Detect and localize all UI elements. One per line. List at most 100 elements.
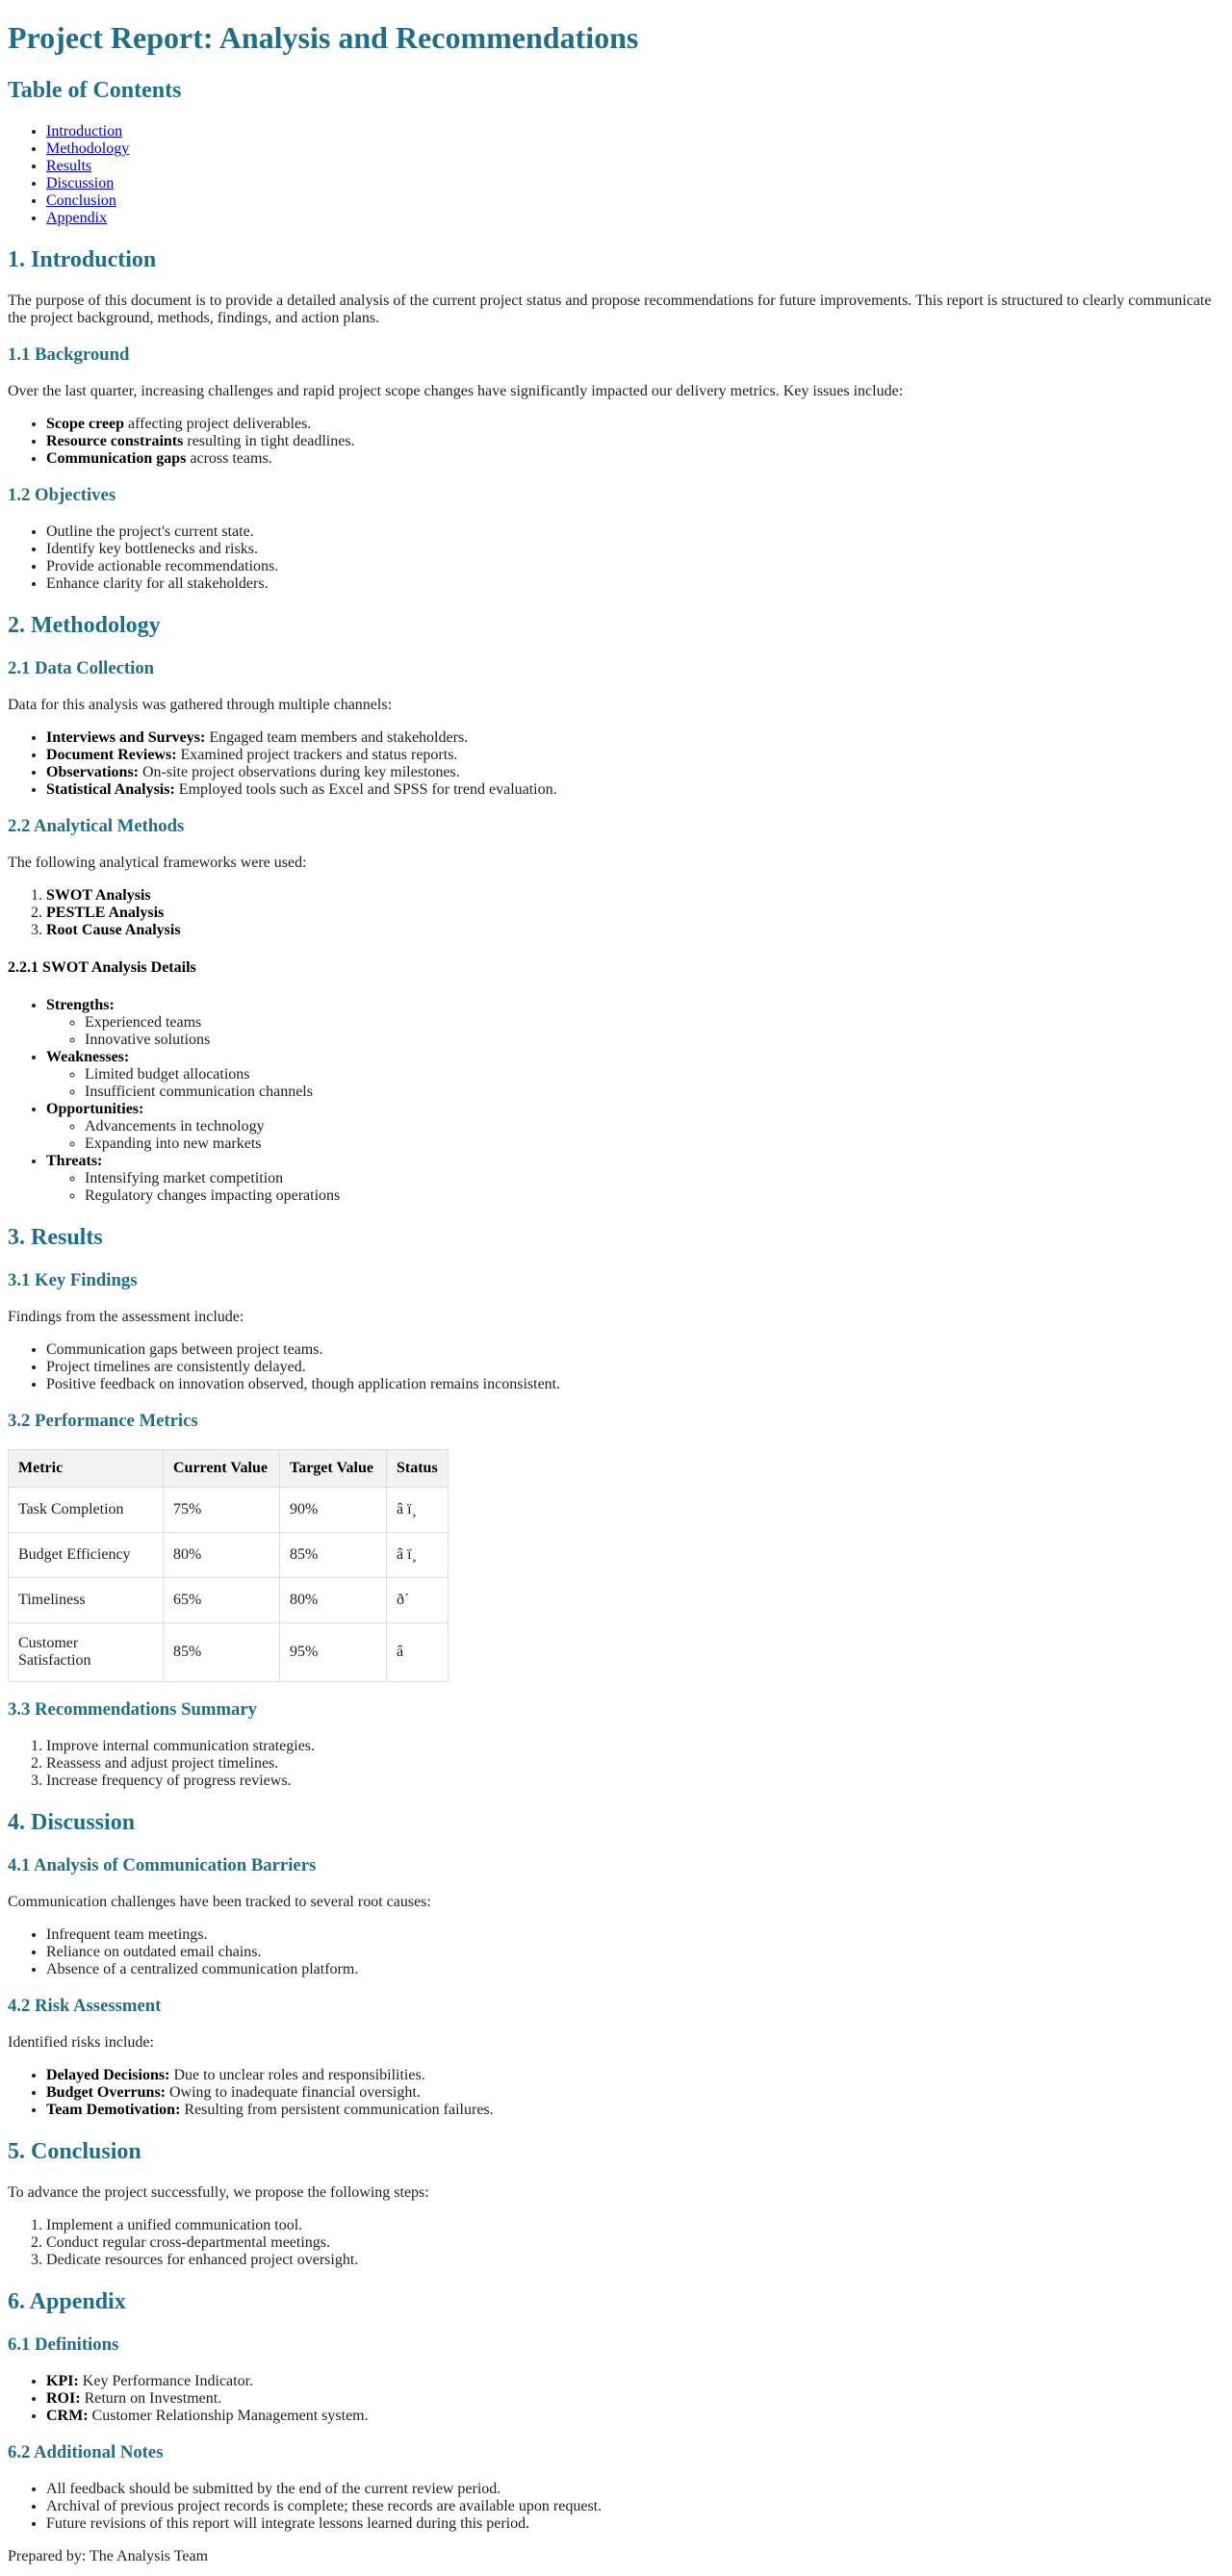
findings-list: Communication gaps between project teams… xyxy=(8,1341,1232,1393)
term-desc: resulting in tight deadlines. xyxy=(183,433,355,449)
toc-item: Appendix xyxy=(46,210,1232,227)
term-desc: affecting project deliverables. xyxy=(124,416,312,432)
definitions-list: KPI: Key Performance Indicator. ROI: Ret… xyxy=(8,2373,1232,2425)
list-item: CRM: Customer Relationship Management sy… xyxy=(46,2408,1232,2425)
subsection-heading-background: 1.1 Background xyxy=(8,344,130,365)
list-item: Infrequent team meetings. xyxy=(46,1926,1232,1944)
swot-list: Strengths: Experienced teams Innovative … xyxy=(8,997,1232,1205)
list-item: Improve internal communication strategie… xyxy=(46,1738,1232,1755)
term: Resource constraints xyxy=(46,433,184,449)
swot-group: Opportunities: Advancements in technolog… xyxy=(46,1101,1232,1153)
column-header: Status xyxy=(386,1449,449,1488)
toc-item: Introduction xyxy=(46,123,1232,140)
term-desc: Employed tools such as Excel and SPSS fo… xyxy=(174,781,557,798)
list-item: Reassess and adjust project timelines. xyxy=(46,1755,1232,1773)
list-item: ROI: Return on Investment. xyxy=(46,2390,1232,2408)
toc-item: Discussion xyxy=(46,175,1232,192)
subsection-heading-data-collection: 2.1 Data Collection xyxy=(8,658,155,678)
method-name: PESTLE Analysis xyxy=(46,905,165,921)
swot-sublist: Advancements in technology Expanding int… xyxy=(46,1118,1232,1153)
list-item: Limited budget allocations xyxy=(85,1066,1232,1084)
list-item: Dedicate resources for enhanced project … xyxy=(46,2252,1232,2269)
list-item: Implement a unified communication tool. xyxy=(46,2217,1232,2234)
section-heading-introduction: 1. Introduction xyxy=(8,247,157,272)
term: Statistical Analysis: xyxy=(46,781,175,798)
metric-cell: Timeliness xyxy=(8,1577,164,1623)
list-item: Observations: On-site project observatio… xyxy=(46,764,1232,781)
prepared-by: Prepared by: The Analysis Team xyxy=(8,2548,209,2564)
target-value-cell: 95% xyxy=(279,1622,387,1682)
toc-link-results[interactable]: Results xyxy=(46,158,91,174)
list-item: Project timelines are consistently delay… xyxy=(46,1359,1232,1376)
intro-paragraph: The purpose of this document is to provi… xyxy=(8,293,1212,326)
list-item: SWOT Analysis xyxy=(46,887,1232,905)
term-desc: Customer Relationship Management system. xyxy=(88,2408,369,2424)
term-desc: Key Performance Indicator. xyxy=(78,2373,254,2389)
toc-link-conclusion[interactable]: Conclusion xyxy=(46,192,116,209)
section-heading-methodology: 2. Methodology xyxy=(8,613,161,638)
subsection-heading-risk-assessment: 4.2 Risk Assessment xyxy=(8,1996,162,2016)
swot-label: Opportunities: xyxy=(46,1101,144,1117)
status-cell: â xyxy=(386,1622,449,1682)
page-title: Project Report: Analysis and Recommendat… xyxy=(8,20,639,55)
list-item: Absence of a centralized communication p… xyxy=(46,1961,1232,1978)
toc-item: Results xyxy=(46,158,1232,175)
analytical-paragraph: The following analytical frameworks were… xyxy=(8,854,307,871)
toc-heading: Table of Contents xyxy=(8,78,182,103)
background-list: Scope creep affecting project deliverabl… xyxy=(8,416,1232,468)
term-desc: On-site project observations during key … xyxy=(139,764,460,780)
list-item: Communication gaps between project teams… xyxy=(46,1341,1232,1359)
list-item: Increase frequency of progress reviews. xyxy=(46,1773,1232,1790)
swot-sublist: Experienced teams Innovative solutions xyxy=(46,1014,1232,1049)
list-item: KPI: Key Performance Indicator. xyxy=(46,2373,1232,2390)
list-item: Statistical Analysis: Employed tools suc… xyxy=(46,781,1232,799)
metrics-table: Metric Current Value Target Value Status… xyxy=(8,1449,449,1682)
list-item: Budget Overruns: Owing to inadequate fin… xyxy=(46,2084,1232,2102)
toc-link-appendix[interactable]: Appendix xyxy=(46,210,107,226)
status-cell: ð´ xyxy=(386,1577,449,1623)
list-item: Experienced teams xyxy=(85,1014,1232,1032)
subsubsection-heading-swot: 2.2.1 SWOT Analysis Details xyxy=(8,959,196,976)
section-heading-conclusion: 5. Conclusion xyxy=(8,2139,141,2164)
list-item: Future revisions of this report will int… xyxy=(46,2515,1232,2533)
term: Budget Overruns: xyxy=(46,2084,166,2101)
term: KPI: xyxy=(46,2373,79,2389)
list-item: Communication gaps across teams. xyxy=(46,450,1232,468)
term-desc: Due to unclear roles and responsibilitie… xyxy=(169,2067,425,2083)
term: CRM: xyxy=(46,2408,89,2424)
term-desc: Return on Investment. xyxy=(80,2390,222,2407)
data-collection-list: Interviews and Surveys: Engaged team mem… xyxy=(8,729,1232,799)
list-item: Interviews and Surveys: Engaged team mem… xyxy=(46,729,1232,747)
subsection-heading-additional-notes: 6.2 Additional Notes xyxy=(8,2442,164,2462)
current-value-cell: 65% xyxy=(163,1577,280,1623)
swot-sublist: Limited budget allocations Insufficient … xyxy=(46,1066,1232,1101)
list-item: Root Cause Analysis xyxy=(46,922,1232,939)
column-header: Target Value xyxy=(279,1449,387,1488)
toc-link-discussion[interactable]: Discussion xyxy=(46,175,114,191)
subsection-heading-recommendations: 3.3 Recommendations Summary xyxy=(8,1699,258,1720)
column-header: Metric xyxy=(8,1449,164,1488)
section-heading-results: 3. Results xyxy=(8,1225,103,1250)
swot-group: Strengths: Experienced teams Innovative … xyxy=(46,997,1232,1049)
list-item: Scope creep affecting project deliverabl… xyxy=(46,416,1232,433)
method-name: Root Cause Analysis xyxy=(46,922,181,938)
subsection-heading-objectives: 1.2 Objectives xyxy=(8,485,116,505)
table-row: Budget Efficiency 80% 85% â ï¸ xyxy=(8,1532,449,1578)
toc-link-introduction[interactable]: Introduction xyxy=(46,123,122,140)
list-item: Insufficient communication channels xyxy=(85,1084,1232,1101)
swot-group: Weaknesses: Limited budget allocations I… xyxy=(46,1049,1232,1101)
term-desc: Owing to inadequate financial oversight. xyxy=(166,2084,421,2101)
term: Communication gaps xyxy=(46,450,187,467)
metric-cell: Customer Satisfaction xyxy=(8,1622,164,1682)
conclusion-list: Implement a unified communication tool. … xyxy=(8,2217,1232,2269)
swot-label: Weaknesses: xyxy=(46,1049,130,1065)
toc-link-methodology[interactable]: Methodology xyxy=(46,140,129,157)
term: Scope creep xyxy=(46,416,125,432)
list-item: Regulatory changes impacting operations xyxy=(85,1187,1232,1205)
swot-label: Strengths: xyxy=(46,997,115,1013)
section-heading-appendix: 6. Appendix xyxy=(8,2289,126,2314)
list-item: Advancements in technology xyxy=(85,1118,1232,1135)
swot-group: Threats: Intensifying market competition… xyxy=(46,1153,1232,1205)
table-header-row: Metric Current Value Target Value Status xyxy=(8,1449,449,1488)
current-value-cell: 85% xyxy=(163,1622,280,1682)
